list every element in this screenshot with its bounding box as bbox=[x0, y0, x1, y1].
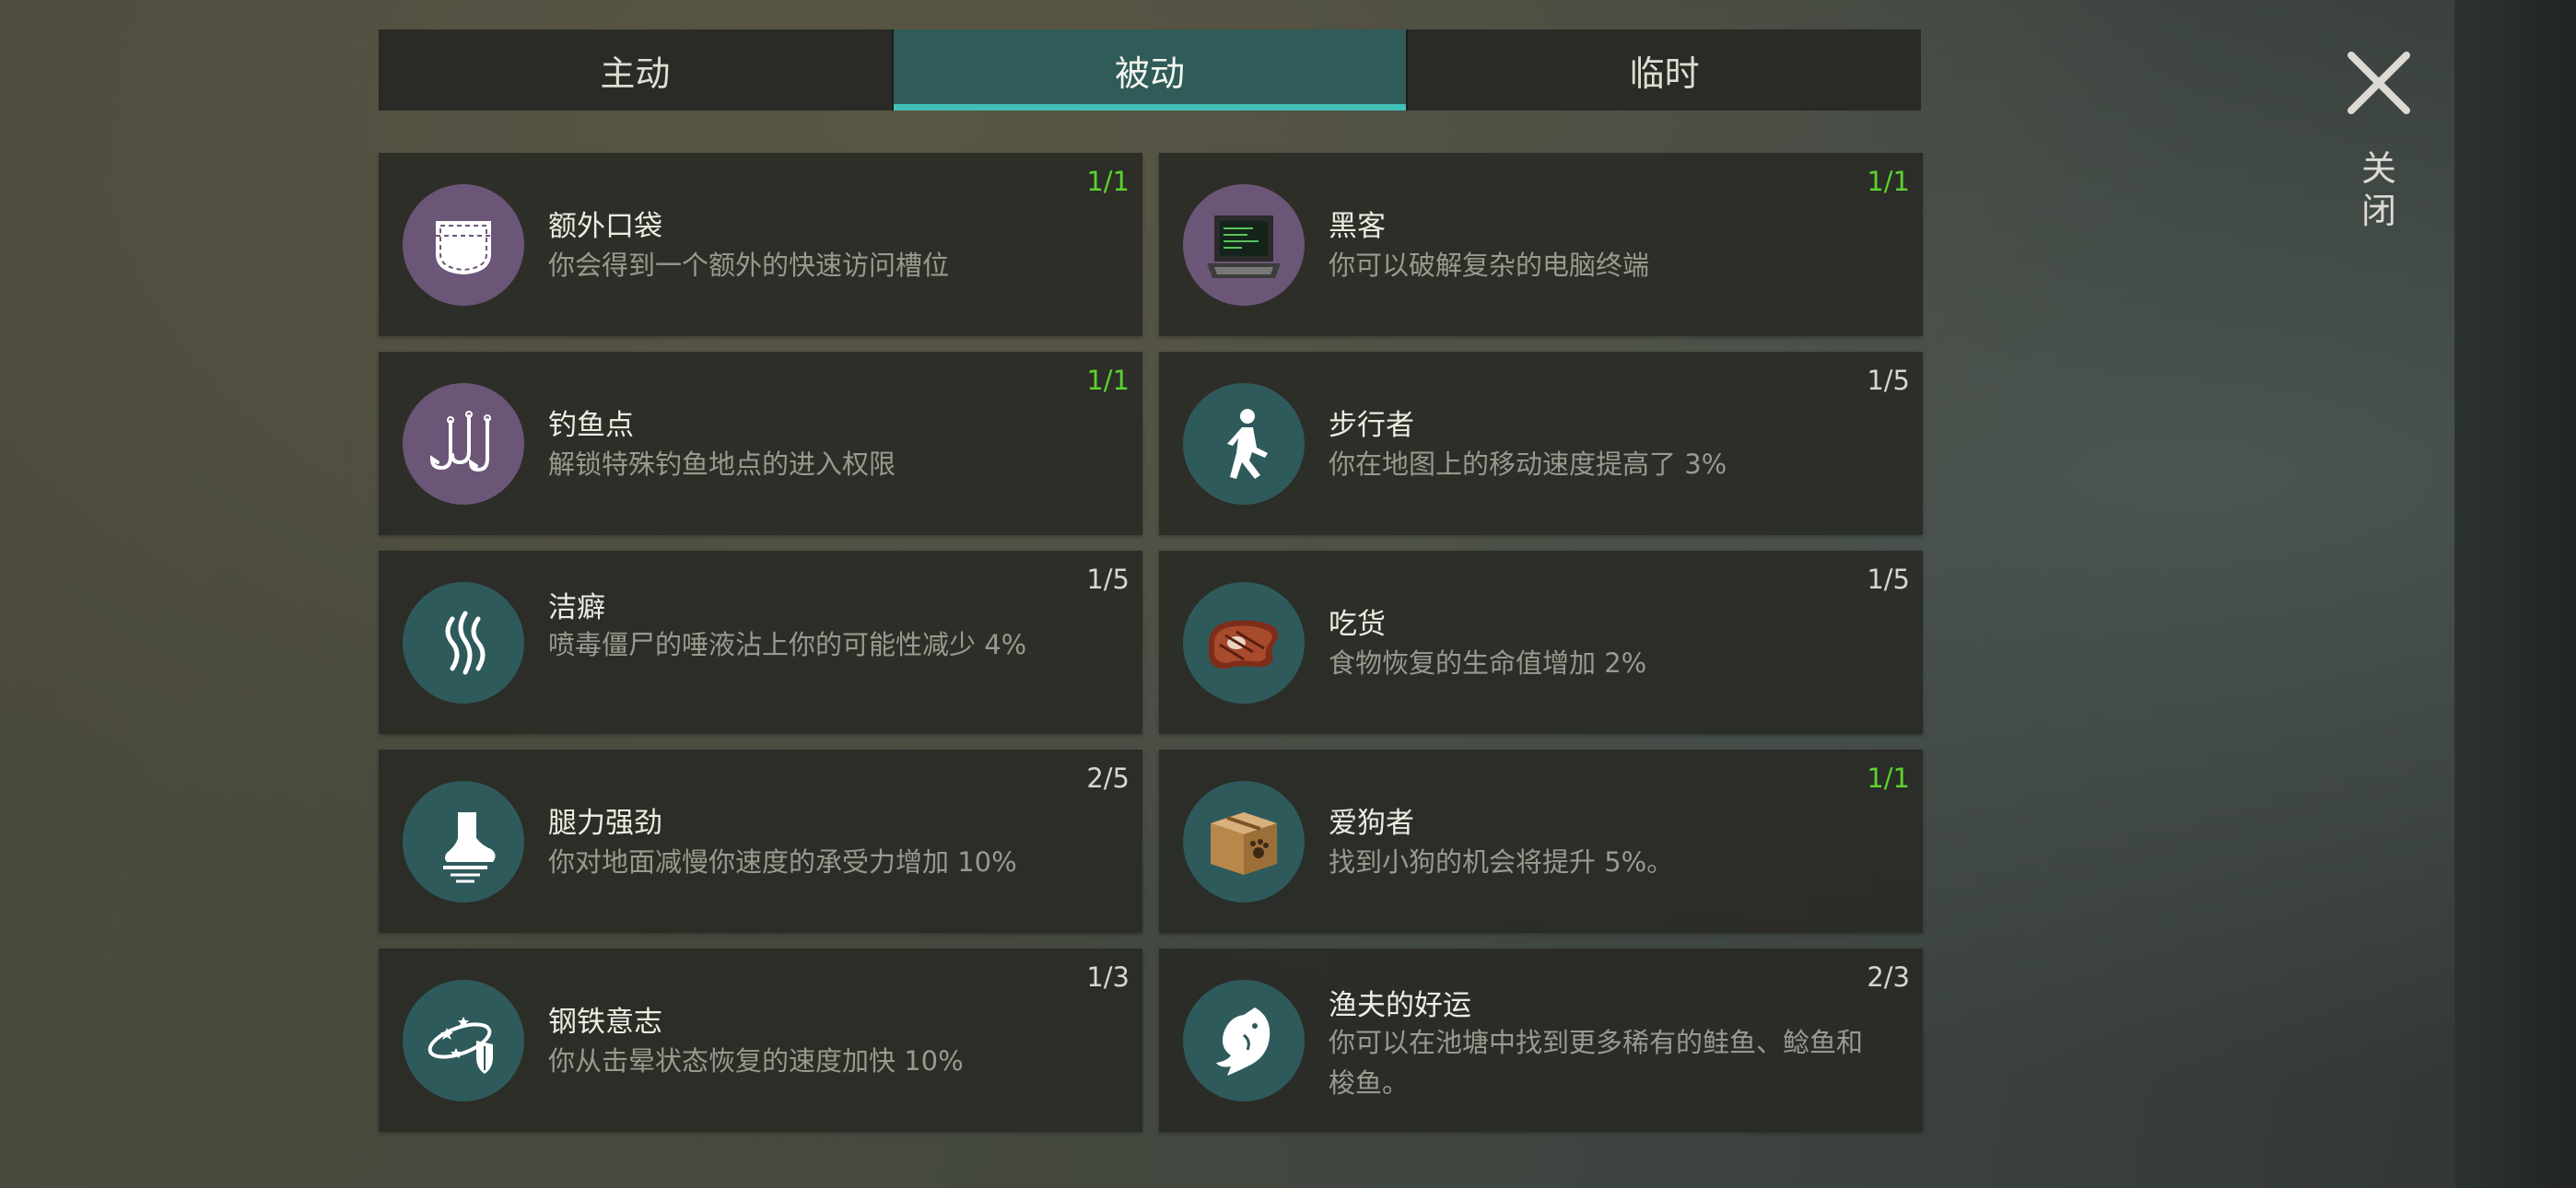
steak-icon bbox=[1183, 582, 1305, 704]
vapor-icon bbox=[403, 582, 524, 704]
skill-description: 你从击晕状态恢复的速度加快 10% bbox=[548, 1045, 964, 1077]
skill-level: 1/5 bbox=[1867, 365, 1910, 396]
skill-card-extra-pocket[interactable]: 额外口袋 你会得到一个额外的快速访问槽位 1/1 bbox=[379, 153, 1142, 336]
skill-description: 解锁特殊钓鱼地点的进入权限 bbox=[548, 448, 896, 480]
skill-level: 1/1 bbox=[1867, 166, 1910, 197]
skill-description: 你可以破解复杂的电脑终端 bbox=[1329, 250, 1650, 281]
tab-temporary-skills[interactable]: 临时 bbox=[1406, 29, 1921, 111]
computer-terminal-icon bbox=[1183, 184, 1305, 306]
paw-box-icon bbox=[1183, 781, 1305, 903]
skill-title: 洁癖 bbox=[548, 591, 605, 624]
skill-card-walker[interactable]: 步行者 你在地图上的移动速度提高了 3% 1/5 bbox=[1159, 352, 1923, 535]
skill-card-iron-will[interactable]: 钢铁意志 你从击晕状态恢复的速度加快 10% 1/3 bbox=[379, 949, 1142, 1132]
skill-tabs: 主动 被动 临时 bbox=[379, 29, 1921, 111]
tab-active-skills[interactable]: 主动 bbox=[379, 29, 892, 111]
skill-level: 2/5 bbox=[1086, 763, 1130, 794]
skill-title: 吃货 bbox=[1329, 608, 1386, 641]
skill-description: 喷毒僵尸的唾液沾上你的可能性减少 4% bbox=[548, 629, 1027, 660]
skill-description: 你对地面减慢你速度的承受力增加 10% bbox=[548, 846, 1017, 878]
pocket-icon bbox=[403, 184, 524, 306]
skill-card-dog-lover[interactable]: 爱狗者 找到小狗的机会将提升 5%。 1/1 bbox=[1159, 750, 1923, 933]
skill-title: 钢铁意志 bbox=[548, 1006, 662, 1039]
fish-icon bbox=[1183, 980, 1305, 1101]
close-button[interactable] bbox=[2340, 44, 2418, 122]
skill-level: 1/1 bbox=[1086, 365, 1130, 396]
skill-title: 步行者 bbox=[1329, 409, 1414, 442]
skill-title: 爱狗者 bbox=[1329, 807, 1414, 840]
skill-card-fishermans-luck[interactable]: 渔夫的好运 你可以在池塘中找到更多稀有的鲑鱼、鲶鱼和梭鱼。 2/3 bbox=[1159, 949, 1923, 1132]
skill-description: 找到小狗的机会将提升 5%。 bbox=[1329, 846, 1674, 878]
walker-icon bbox=[1183, 383, 1305, 505]
strong-leg-icon bbox=[403, 781, 524, 903]
skill-title: 腿力强劲 bbox=[548, 807, 662, 840]
skill-level: 1/1 bbox=[1867, 763, 1910, 794]
skill-level: 1/5 bbox=[1867, 564, 1910, 595]
skill-title: 额外口袋 bbox=[548, 210, 662, 243]
stun-shield-icon bbox=[403, 980, 524, 1101]
close-x-icon bbox=[2348, 52, 2410, 114]
skill-level: 1/3 bbox=[1086, 961, 1130, 993]
skill-description: 食物恢复的生命值增加 2% bbox=[1329, 647, 1647, 679]
skill-title: 渔夫的好运 bbox=[1329, 989, 1471, 1022]
skill-level: 2/3 bbox=[1867, 961, 1910, 993]
skill-card-fishing-spot[interactable]: 钓鱼点 解锁特殊钓鱼地点的进入权限 1/1 bbox=[379, 352, 1142, 535]
skill-description: 你可以在池塘中找到更多稀有的鲑鱼、鲶鱼和梭鱼。 bbox=[1329, 1027, 1864, 1099]
skill-level: 1/1 bbox=[1086, 166, 1130, 197]
skill-description: 你会得到一个额外的快速访问槽位 bbox=[548, 250, 950, 281]
tab-passive-skills[interactable]: 被动 bbox=[891, 29, 1407, 111]
fishing-hooks-icon bbox=[403, 383, 524, 505]
right-panel-shade bbox=[2454, 0, 2576, 1188]
skill-description: 你在地图上的移动速度提高了 3% bbox=[1329, 448, 1727, 480]
skill-card-strong-legs[interactable]: 腿力强劲 你对地面减慢你速度的承受力增加 10% 2/5 bbox=[379, 750, 1142, 933]
skill-title: 钓鱼点 bbox=[548, 409, 634, 442]
close-label[interactable]: 关闭 bbox=[2359, 147, 2399, 232]
skill-card-hacker[interactable]: 黑客 你可以破解复杂的电脑终端 1/1 bbox=[1159, 153, 1923, 336]
skill-title: 黑客 bbox=[1329, 210, 1386, 243]
skill-level: 1/5 bbox=[1086, 564, 1130, 595]
skill-card-foodie[interactable]: 吃货 食物恢复的生命值增加 2% 1/5 bbox=[1159, 551, 1923, 734]
skill-card-cleanliness[interactable]: 洁癖 喷毒僵尸的唾液沾上你的可能性减少 4% 1/5 bbox=[379, 551, 1142, 734]
skill-grid: 额外口袋 你会得到一个额外的快速访问槽位 1/1 黑客 你可以破解复杂的电脑终端… bbox=[379, 153, 1923, 1132]
